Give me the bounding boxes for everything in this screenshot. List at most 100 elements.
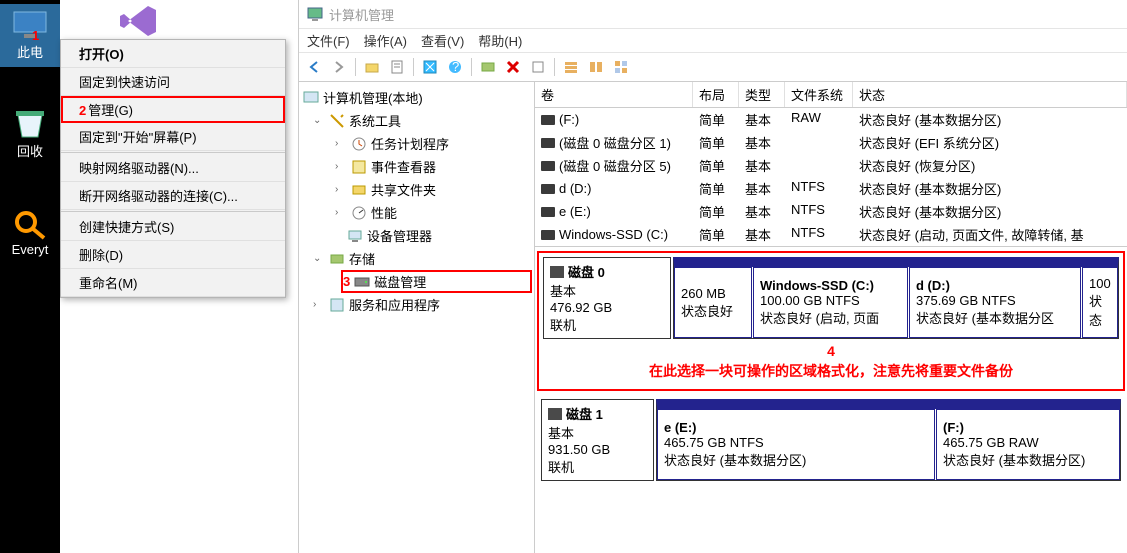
- menu-view[interactable]: 查看(V): [421, 31, 464, 50]
- expand-icon[interactable]: ⌄: [313, 115, 325, 126]
- storage-icon: [329, 251, 345, 267]
- desktop-icons-column: 此电 回收 Everyt: [0, 0, 60, 553]
- volume-row[interactable]: (磁盘 0 磁盘分区 5)简单基本状态良好 (恢复分区): [535, 154, 1127, 177]
- expand-icon[interactable]: ⌄: [313, 253, 325, 264]
- view2-button[interactable]: [585, 56, 607, 78]
- visual-studio-icon[interactable]: [118, 4, 160, 38]
- desktop-icon-this-pc[interactable]: 此电: [0, 4, 60, 67]
- collapse-icon[interactable]: ›: [313, 299, 325, 310]
- col-layout[interactable]: 布局: [693, 82, 739, 107]
- disk-partition[interactable]: (F:)465.75 GB RAW状态良好 (基本数据分区): [936, 409, 1120, 480]
- services-icon: [329, 297, 345, 313]
- col-fs[interactable]: 文件系统: [785, 82, 853, 107]
- up-button[interactable]: [361, 56, 383, 78]
- task-icon: [351, 136, 367, 152]
- forward-button[interactable]: [328, 56, 350, 78]
- disk-partition[interactable]: Windows-SSD (C:)100.00 GB NTFS状态良好 (启动, …: [753, 267, 908, 338]
- help-button[interactable]: ?: [444, 56, 466, 78]
- format-icon: [531, 60, 545, 74]
- desktop-icon-recycle-bin[interactable]: 回收: [0, 103, 60, 166]
- tree-performance[interactable]: › 性能: [301, 201, 532, 224]
- tree-panel: 计算机管理(本地) ⌄ 系统工具 › 任务计划程序 › 事件查看器 › 共享文件…: [299, 82, 535, 553]
- menu-file[interactable]: 文件(F): [307, 31, 350, 50]
- perf-icon: [351, 205, 367, 221]
- volume-row[interactable]: e (E:)简单基本NTFS状态良好 (基本数据分区): [535, 200, 1127, 223]
- context-menu-open[interactable]: 打开(O): [61, 40, 285, 68]
- desktop-icon-label: 回收: [17, 141, 43, 160]
- disk-1-label[interactable]: 磁盘 1 基本 931.50 GB 联机: [541, 399, 654, 481]
- tools-icon: [329, 113, 345, 129]
- disk-partition[interactable]: e (E:)465.75 GB NTFS状态良好 (基本数据分区): [657, 409, 935, 480]
- refresh-button[interactable]: [419, 56, 441, 78]
- tree-system-tools[interactable]: ⌄ 系统工具: [301, 109, 532, 132]
- tree-device-manager[interactable]: 设备管理器: [301, 224, 532, 247]
- disk-partition[interactable]: 260 MB状态良好: [674, 267, 752, 338]
- context-menu-manage[interactable]: 2管理(G): [61, 96, 285, 123]
- context-menu-rename[interactable]: 重命名(M): [61, 269, 285, 297]
- tree-event-viewer[interactable]: › 事件查看器: [301, 155, 532, 178]
- context-menu-pin-quick[interactable]: 固定到快速访问: [61, 68, 285, 96]
- app-icon: [307, 6, 323, 22]
- collapse-icon[interactable]: ›: [335, 161, 347, 172]
- disk-partition[interactable]: 100状态: [1082, 267, 1118, 338]
- context-menu-delete[interactable]: 删除(D): [61, 241, 285, 269]
- disk-1-map: 磁盘 1 基本 931.50 GB 联机 e (E:)465.75 GB NTF…: [537, 395, 1125, 487]
- volume-icon: [541, 138, 555, 148]
- col-status[interactable]: 状态: [853, 82, 1127, 107]
- help-icon: ?: [448, 60, 462, 74]
- disk-0-map: 磁盘 0 基本 476.92 GB 联机 260 MB状态良好Windows-S…: [537, 251, 1125, 391]
- tree-disk-management[interactable]: 3 磁盘管理: [341, 270, 532, 293]
- volume-icon: [541, 207, 555, 217]
- back-button[interactable]: [303, 56, 325, 78]
- properties-icon: [390, 60, 404, 74]
- recycle-bin-icon: [12, 109, 48, 139]
- menubar: 文件(F) 操作(A) 查看(V) 帮助(H): [299, 28, 1127, 52]
- menu-help[interactable]: 帮助(H): [478, 31, 522, 50]
- refresh-icon: [423, 60, 437, 74]
- disk-icon: [550, 266, 564, 278]
- device-icon: [347, 228, 363, 244]
- disk-1-partitions: e (E:)465.75 GB NTFS状态良好 (基本数据分区)(F:)465…: [656, 399, 1121, 481]
- annotation-1: 1: [32, 28, 39, 43]
- desktop-icon-label: Everyt: [12, 242, 49, 257]
- format-button[interactable]: [527, 56, 549, 78]
- list-icon: [564, 60, 578, 74]
- tree-services[interactable]: › 服务和应用程序: [301, 293, 532, 316]
- tree-storage[interactable]: ⌄ 存储: [301, 247, 532, 270]
- context-menu-separator: [61, 211, 285, 212]
- delete-button[interactable]: [502, 56, 524, 78]
- desktop-icon-label: 此电: [17, 42, 43, 61]
- disk-settings-icon: [481, 60, 495, 74]
- context-menu-shortcut[interactable]: 创建快捷方式(S): [61, 213, 285, 241]
- collapse-icon[interactable]: ›: [335, 207, 347, 218]
- tree-computer-management[interactable]: 计算机管理(本地): [301, 86, 532, 109]
- props-button[interactable]: [386, 56, 408, 78]
- view3-button[interactable]: [610, 56, 632, 78]
- desktop-icon-everything[interactable]: Everyt: [0, 204, 60, 263]
- disk-partition[interactable]: d (D:)375.69 GB NTFS状态良好 (基本数据分区: [909, 267, 1081, 338]
- volume-row[interactable]: Windows-SSD (C:)简单基本NTFS状态良好 (启动, 页面文件, …: [535, 223, 1127, 246]
- col-type[interactable]: 类型: [739, 82, 785, 107]
- tree-task-scheduler[interactable]: › 任务计划程序: [301, 132, 532, 155]
- disk-0-label[interactable]: 磁盘 0 基本 476.92 GB 联机: [543, 257, 671, 339]
- context-menu-pin-start[interactable]: 固定到"开始"屏幕(P): [61, 123, 285, 151]
- volume-row[interactable]: (磁盘 0 磁盘分区 1)简单基本状态良好 (EFI 系统分区): [535, 131, 1127, 154]
- context-menu-disconnect-drive[interactable]: 断开网络驱动器的连接(C)...: [61, 182, 285, 210]
- folder-tree-icon: [365, 60, 379, 74]
- context-menu-map-drive[interactable]: 映射网络驱动器(N)...: [61, 154, 285, 182]
- col-volume[interactable]: 卷: [535, 82, 693, 107]
- delete-x-icon: [506, 60, 520, 74]
- menu-action[interactable]: 操作(A): [364, 31, 407, 50]
- collapse-icon[interactable]: ›: [335, 184, 347, 195]
- toolbar: ?: [299, 52, 1127, 82]
- computer-management-window: 计算机管理 文件(F) 操作(A) 查看(V) 帮助(H) ? 计算机管理(本地…: [298, 0, 1127, 553]
- volume-row[interactable]: (F:)简单基本RAW状态良好 (基本数据分区): [535, 108, 1127, 131]
- view1-button[interactable]: [560, 56, 582, 78]
- collapse-icon[interactable]: ›: [335, 138, 347, 149]
- volume-row[interactable]: d (D:)简单基本NTFS状态良好 (基本数据分区): [535, 177, 1127, 200]
- computer-icon: [303, 90, 319, 106]
- volume-icon: [541, 184, 555, 194]
- back-icon: [307, 60, 321, 74]
- settings-button[interactable]: [477, 56, 499, 78]
- tree-shared-folders[interactable]: › 共享文件夹: [301, 178, 532, 201]
